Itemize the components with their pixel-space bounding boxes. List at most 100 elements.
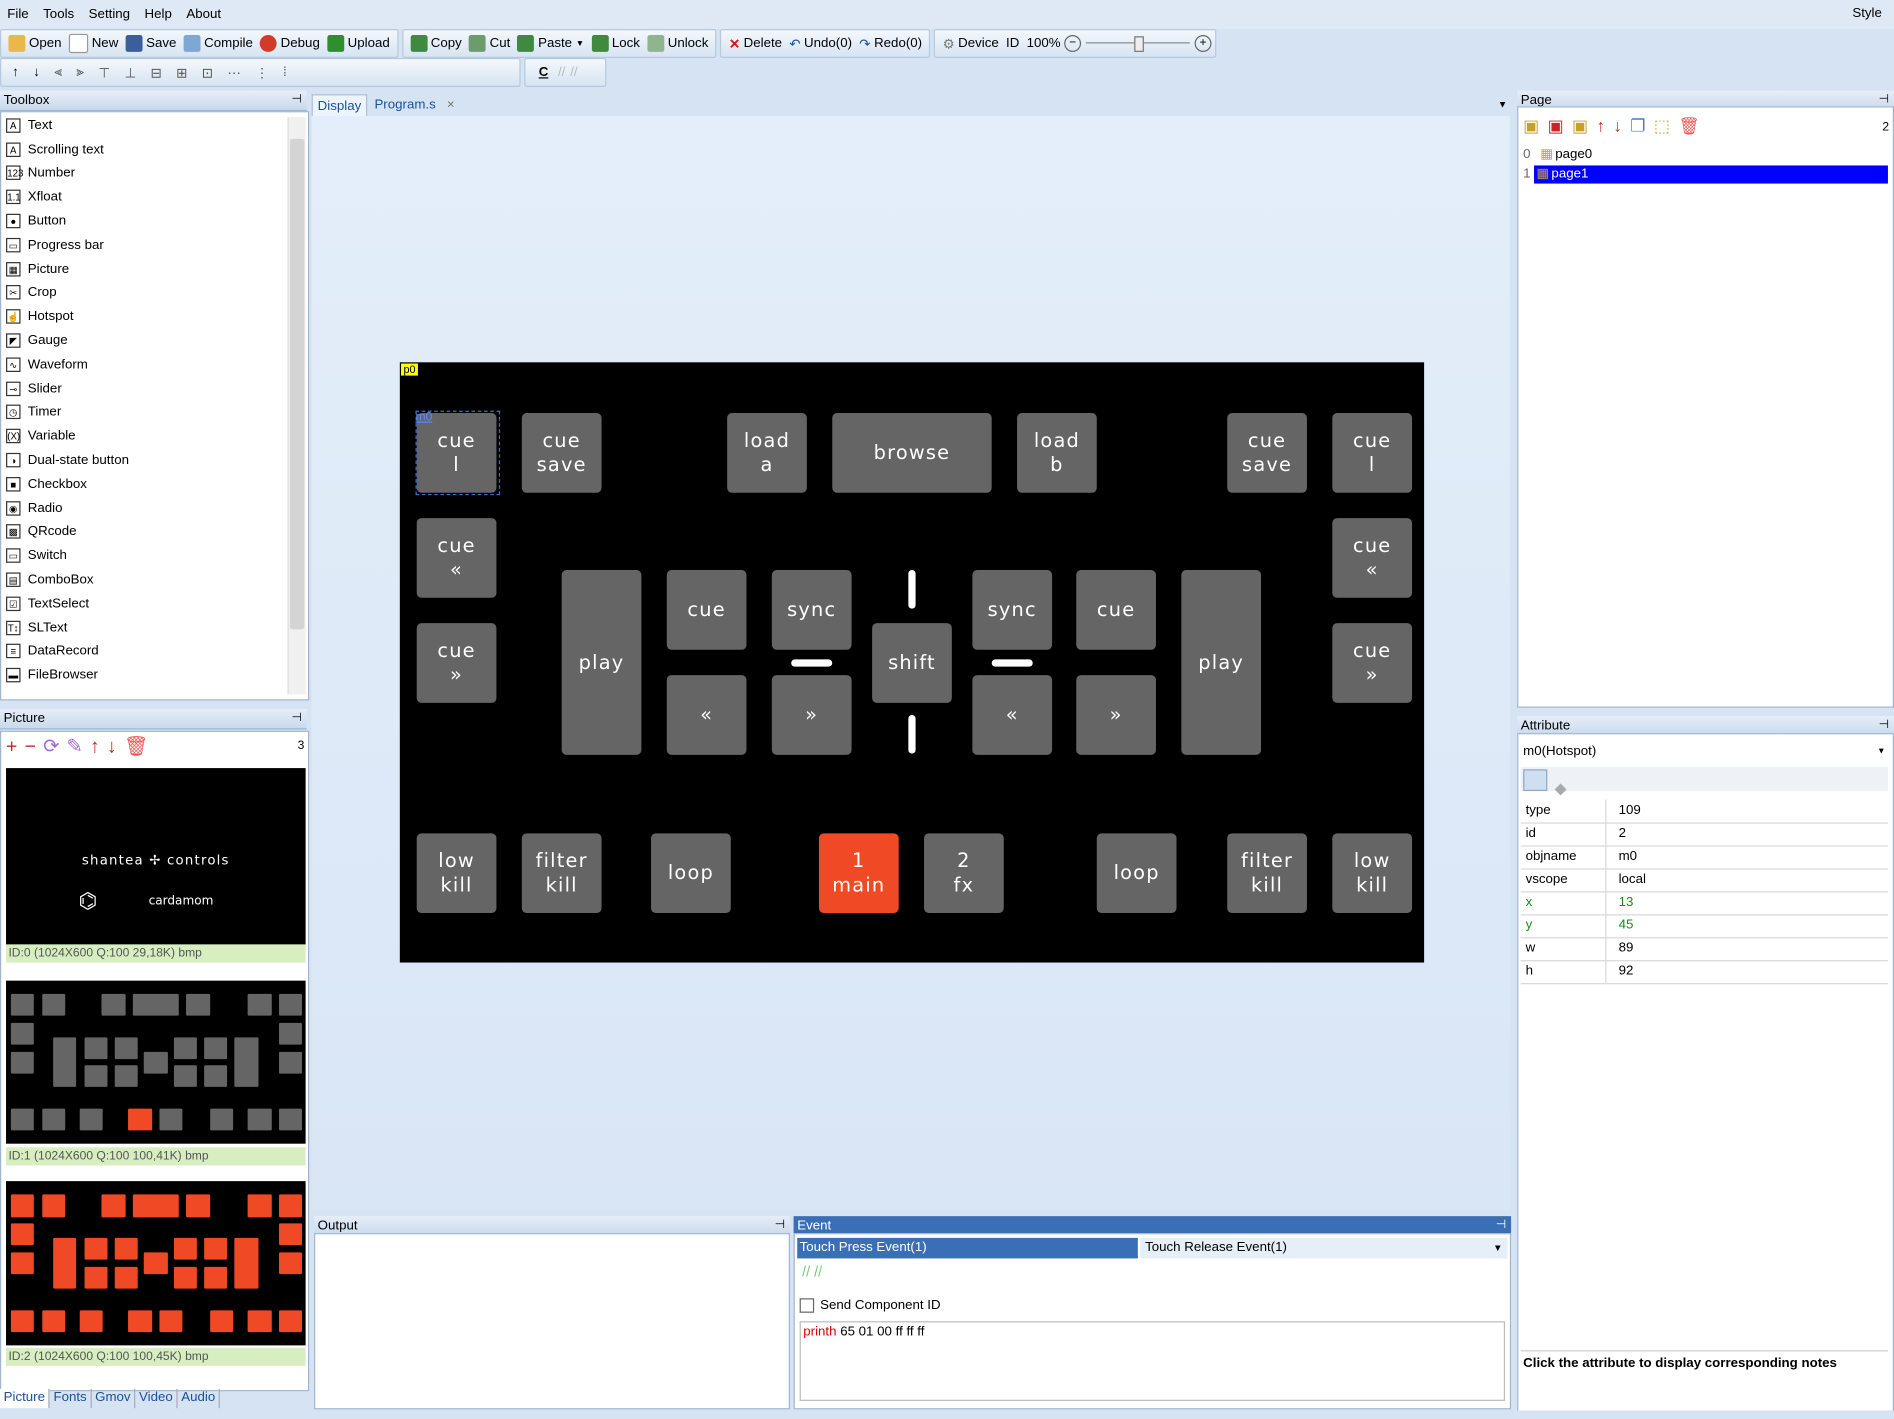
screen-key[interactable]: filter kill [521, 833, 602, 914]
move-down-icon[interactable]: ↓ [33, 65, 40, 79]
screen-key[interactable]: filter kill [1227, 833, 1307, 914]
screen-key[interactable]: cue save [521, 413, 602, 493]
screen-key[interactable]: cue [1076, 570, 1156, 650]
trash-icon[interactable]: 🗑 [1678, 116, 1708, 135]
screen-key[interactable]: load a [727, 413, 807, 493]
same-size-icon[interactable]: ⊡ [202, 65, 213, 80]
toolbox-item[interactable]: (X) Variable [1, 424, 308, 448]
screen-key[interactable]: sync [771, 570, 852, 650]
toolbox-item[interactable]: ◑ Dual-state button [1, 448, 308, 472]
distribute-icon[interactable]: ⁞ [283, 65, 287, 79]
toolbox-item[interactable]: A Scrolling text [1, 137, 308, 161]
align-bottom-icon[interactable]: ⊥ [124, 65, 136, 80]
output-panel[interactable] [314, 1233, 790, 1410]
attribute-row[interactable]: w 89 [1520, 937, 1888, 962]
toolbox-item[interactable]: A Text [1, 114, 308, 138]
attribute-row[interactable]: h 92 [1520, 960, 1888, 985]
menu-setting[interactable]: Setting [81, 7, 137, 21]
compile-button[interactable]: Compile [180, 31, 257, 55]
attribute-value[interactable]: 13 [1605, 891, 1633, 915]
device-button[interactable]: ⚙ Device [939, 31, 1002, 55]
upload-button[interactable]: Upload [323, 31, 393, 55]
toolbox-item[interactable]: ▦ Picture [1, 257, 308, 281]
tab-touch-release[interactable]: Touch Release Event(1) ▼ [1140, 1237, 1508, 1259]
attribute-value[interactable]: local [1605, 868, 1646, 892]
alpha-icon[interactable]: ◆ [1555, 779, 1567, 797]
close-tab-icon[interactable]: × [442, 94, 459, 116]
insert-page-icon[interactable]: ▣ [1572, 116, 1596, 135]
remove-icon[interactable]: − [25, 737, 44, 758]
screen-key[interactable]: load b [1017, 413, 1097, 493]
toolbox-item[interactable]: ■ Checkbox [1, 472, 308, 496]
move-up-icon[interactable]: ↑ [12, 65, 19, 79]
tab-audio[interactable]: Audio [178, 1388, 221, 1409]
screen-key[interactable]: low kill [416, 833, 497, 914]
send-id-checkbox[interactable] [799, 1298, 815, 1313]
menu-help[interactable]: Help [137, 7, 179, 21]
screen-key[interactable]: loop [1096, 833, 1177, 914]
tab-video[interactable]: Video [135, 1388, 178, 1409]
cut-button[interactable]: Cut [465, 31, 513, 55]
tab-picture[interactable]: Picture [0, 1388, 50, 1409]
toolbox-scrollbar[interactable] [287, 117, 306, 695]
screen-key[interactable]: » [771, 675, 852, 755]
add-page-icon[interactable]: ▣ [1523, 116, 1547, 135]
attribute-row[interactable]: objname m0 [1520, 845, 1888, 870]
toolbox-item[interactable]: ☑ TextSelect [1, 592, 308, 616]
toolbox-item[interactable]: ◤ Gauge [1, 329, 308, 353]
pin-icon[interactable]: ⊣ [291, 709, 302, 728]
style-menu[interactable]: Style [1845, 6, 1889, 20]
copy-button[interactable]: Copy [407, 31, 466, 55]
tab-program[interactable]: Program.s [370, 94, 441, 116]
attribute-row[interactable]: id 2 [1520, 822, 1888, 847]
picture-thumb-2[interactable] [6, 1181, 306, 1346]
toolbox-item[interactable]: ▬ FileBrowser [1, 663, 308, 687]
delete-button[interactable]: ✕ Delete [725, 31, 785, 55]
toolbox-item[interactable]: ▭ Switch [1, 544, 308, 568]
screen-key[interactable]: » [1076, 675, 1156, 755]
zoom-in-icon[interactable]: + [1194, 35, 1212, 52]
attribute-value[interactable]: m0 [1605, 845, 1637, 869]
event-code-editor[interactable]: printh 65 01 00 ff ff ff [799, 1321, 1506, 1401]
paste-button[interactable]: Paste ▼ [514, 31, 588, 55]
zoom-slider[interactable] [1085, 36, 1190, 52]
screen-key[interactable]: cue [666, 570, 747, 650]
copy-page-icon[interactable]: ❐ [1630, 116, 1654, 135]
undo-button[interactable]: ↶ Undo(0) [786, 31, 856, 55]
toolbox-item[interactable]: ⊸ Slider [1, 377, 308, 401]
tab-fonts[interactable]: Fonts [50, 1388, 92, 1409]
new-button[interactable]: New [65, 31, 122, 55]
up-icon[interactable]: ↑ [90, 737, 107, 758]
chevron-down-icon[interactable]: ▼ [1877, 742, 1885, 763]
replace-icon[interactable]: ⟳ [43, 737, 66, 758]
chevron-down-icon[interactable]: ▼ [576, 39, 584, 47]
toolbox-item[interactable]: ▩ QRcode [1, 520, 308, 544]
align-center-icon[interactable]: ⊟ [151, 65, 162, 80]
toolbox-item[interactable]: ▭ Progress bar [1, 233, 308, 257]
screen-key[interactable]: 1 main [818, 833, 899, 914]
screen-key[interactable]: cue « [416, 518, 497, 598]
chevron-down-icon[interactable]: ▼ [1493, 1238, 1503, 1259]
zoom-out-icon[interactable]: − [1064, 35, 1082, 52]
toolbox-item[interactable]: ▤ ComboBox [1, 568, 308, 592]
toolbox-item[interactable]: ● Button [1, 209, 308, 233]
add-icon[interactable]: + [6, 737, 25, 758]
screen-key[interactable]: cue l [1332, 413, 1413, 493]
attribute-row[interactable]: type 109 [1520, 799, 1888, 824]
screen-key[interactable]: shift [872, 623, 952, 703]
toolbox-item[interactable]: ☝ Hotspot [1, 305, 308, 329]
zoom-slider-thumb[interactable] [1134, 36, 1144, 52]
trash-icon[interactable]: 🗑 [124, 737, 156, 758]
toolbox-item[interactable]: ∿ Waveform [1, 353, 308, 377]
attribute-row[interactable]: y 45 [1520, 914, 1888, 939]
uncomment-icon[interactable]: // [814, 1263, 822, 1280]
page-down-icon[interactable]: ↓ [1613, 116, 1630, 135]
attribute-value[interactable]: 45 [1605, 914, 1633, 938]
tabs-dropdown-icon[interactable]: ▼ [1493, 94, 1512, 116]
device-screen[interactable]: p0 cue l cue save load a browse load b cue sa… [399, 362, 1425, 963]
align-middle-icon[interactable]: ⊞ [176, 65, 187, 80]
down-icon[interactable]: ↓ [107, 737, 124, 758]
screen-key[interactable]: play [561, 570, 642, 755]
code-c-icon[interactable]: C [539, 65, 549, 79]
pin-icon[interactable]: ⊣ [291, 91, 302, 110]
